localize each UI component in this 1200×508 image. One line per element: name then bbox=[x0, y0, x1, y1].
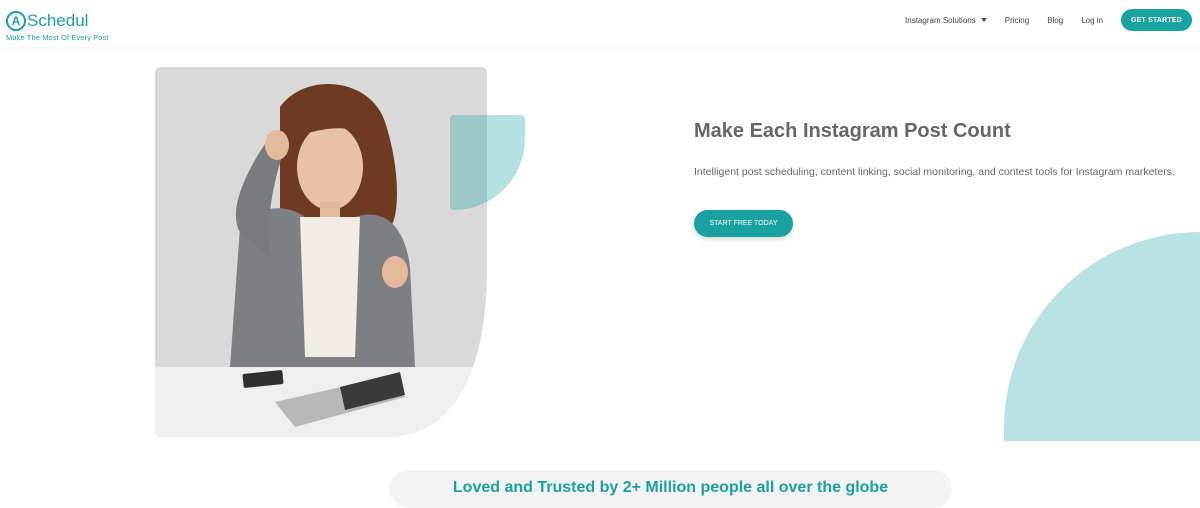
caret-down-icon bbox=[980, 18, 987, 22]
main-nav: Instagram Solutions Pricing Blog Log in … bbox=[905, 9, 1192, 31]
logo[interactable]: A Schedul Make The Most Of Every Post bbox=[6, 11, 109, 42]
nav-item-blog[interactable]: Blog bbox=[1047, 16, 1063, 25]
start-free-button[interactable]: START FREE TODAY bbox=[694, 210, 793, 237]
trust-banner: Loved and Trusted by 2+ Million people a… bbox=[389, 470, 952, 508]
brand-tagline: Make The Most Of Every Post bbox=[6, 33, 109, 42]
logo-mark-icon: A bbox=[6, 11, 26, 31]
site-header: A Schedul Make The Most Of Every Post In… bbox=[0, 0, 1200, 47]
nav-item-login[interactable]: Log in bbox=[1081, 16, 1103, 25]
nav-item-instagram-solutions[interactable]: Instagram Solutions bbox=[905, 16, 987, 25]
nav-item-pricing[interactable]: Pricing bbox=[1005, 16, 1029, 25]
trust-text: Loved and Trusted by 2+ Million people a… bbox=[452, 479, 889, 496]
nav-label: Instagram Solutions bbox=[905, 15, 976, 25]
hero-title: Make Each Instagram Post Count bbox=[694, 120, 1011, 142]
decorative-quarter-circle bbox=[1004, 232, 1200, 441]
brand-name: Schedul bbox=[27, 11, 89, 30]
get-started-button[interactable]: GET STARTED bbox=[1121, 9, 1192, 31]
hero-subtitle: Intelligent post scheduling, content lin… bbox=[694, 166, 1175, 178]
